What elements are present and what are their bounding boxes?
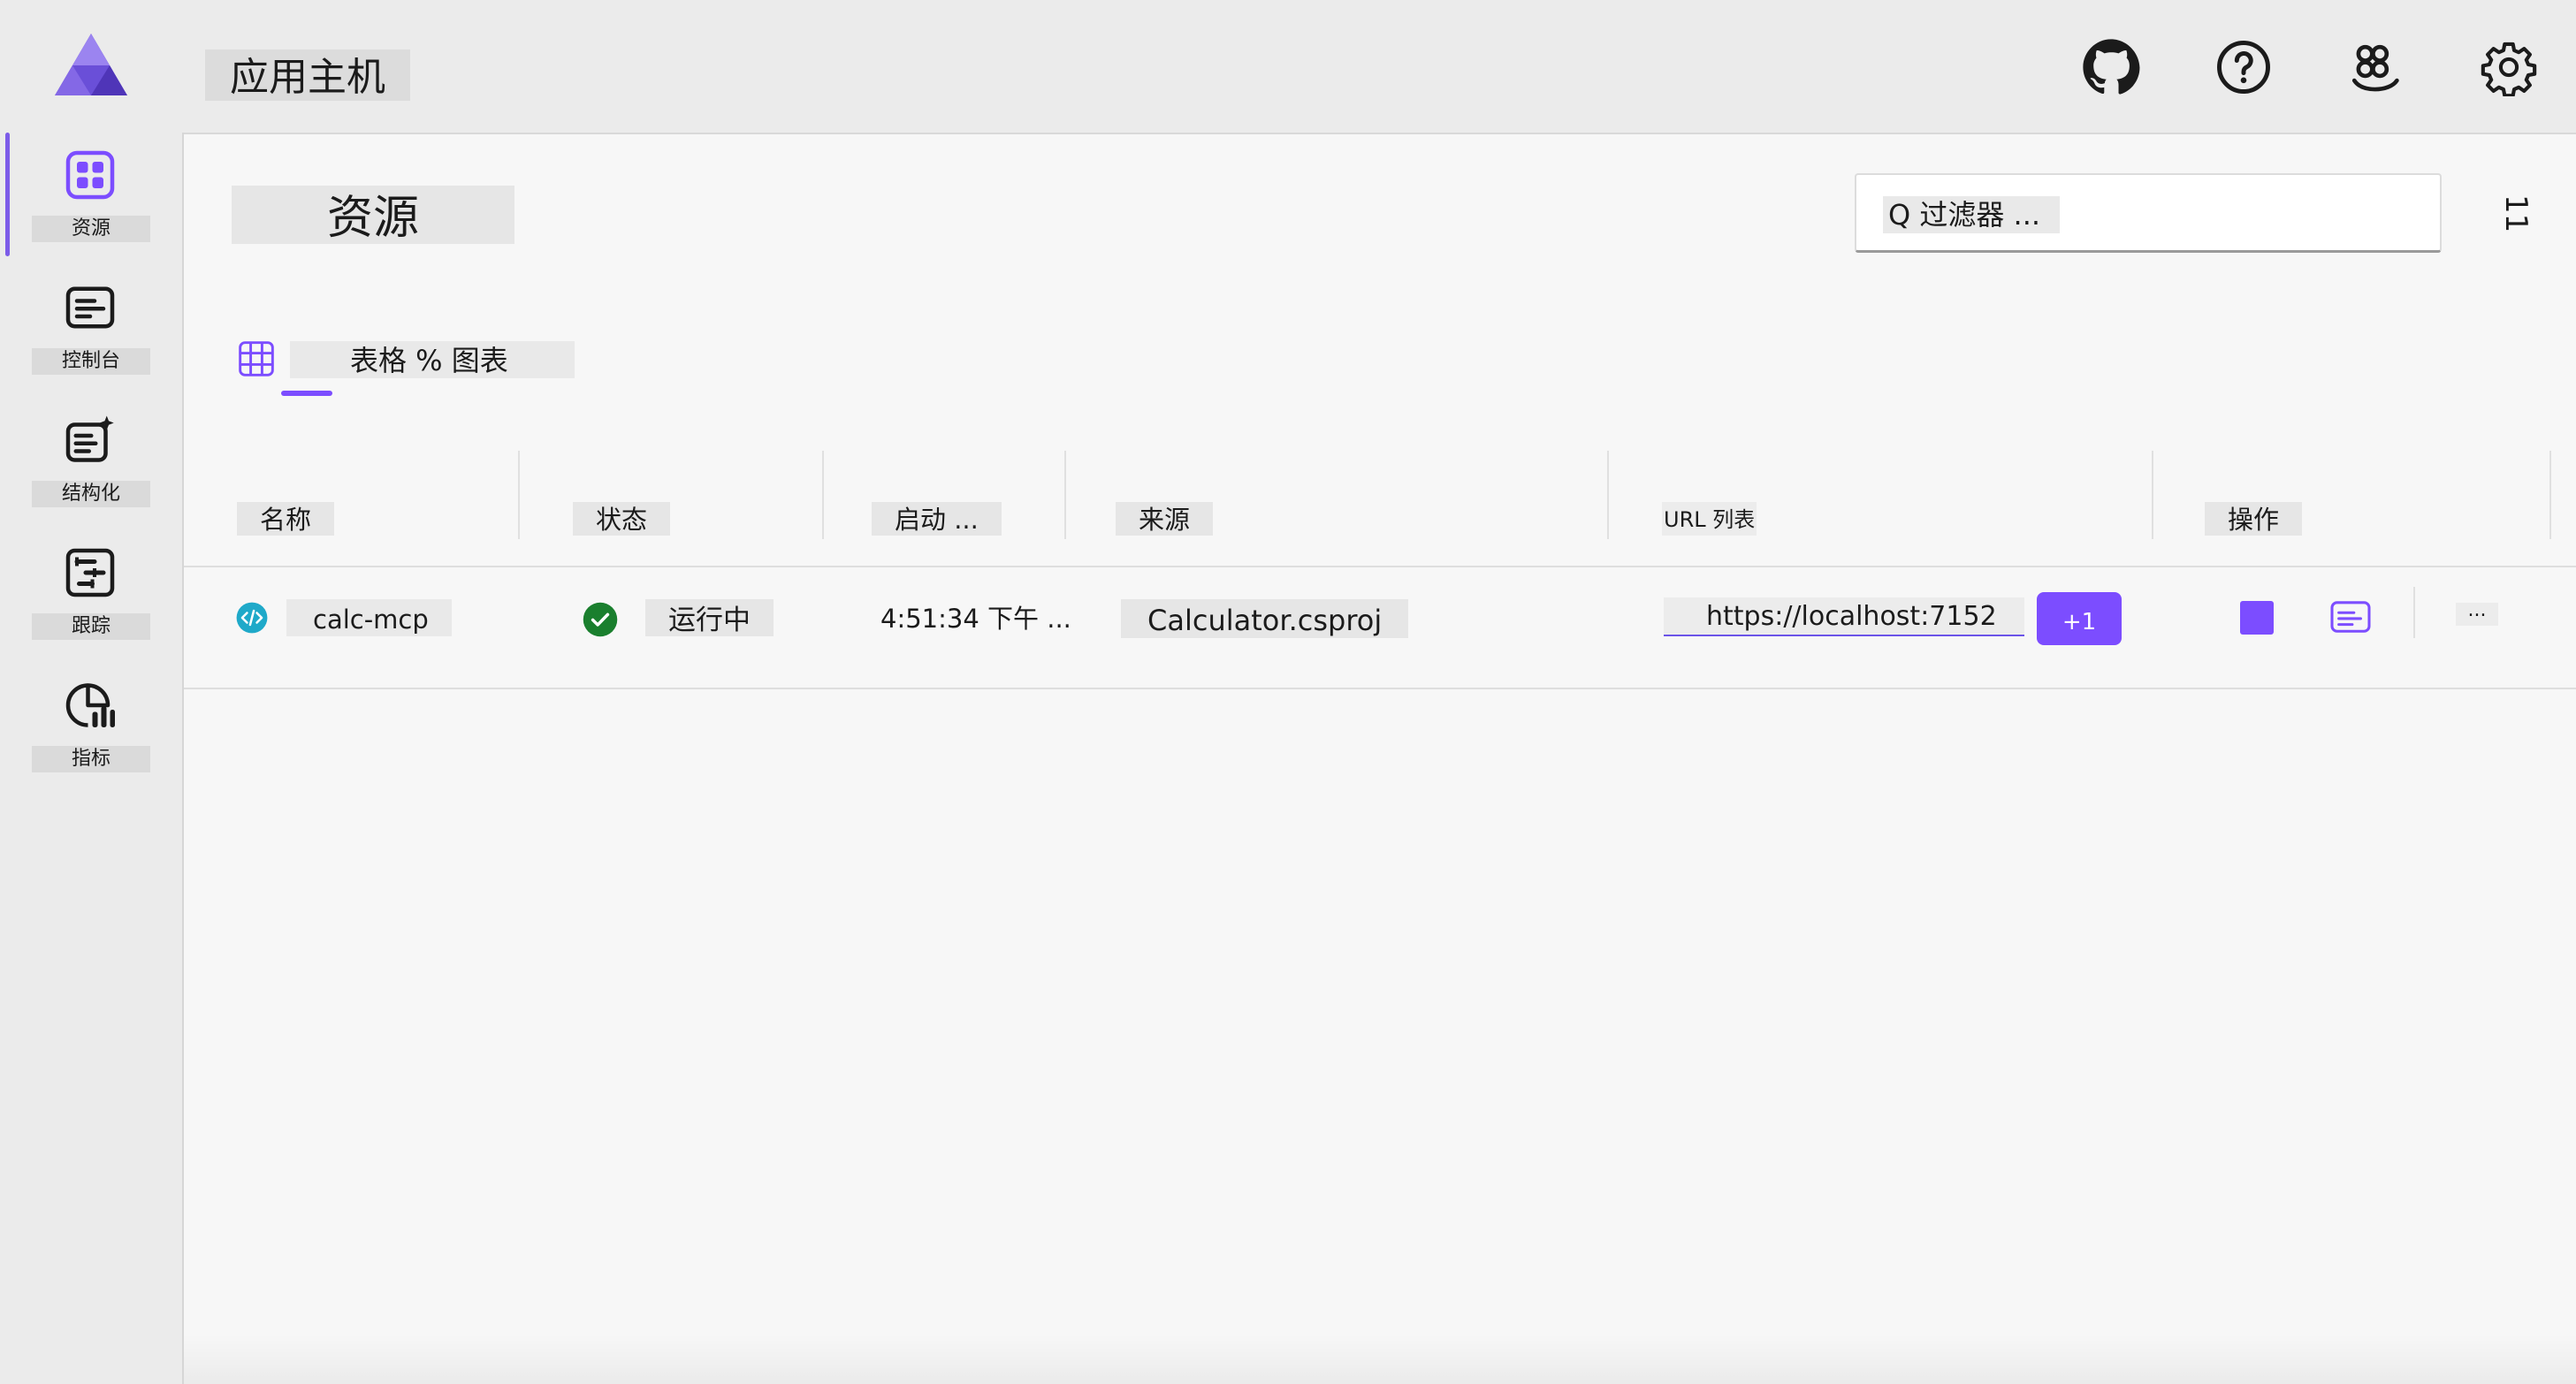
column-divider[interactable] <box>1064 451 1066 539</box>
resource-name[interactable]: calc-mcp <box>286 599 452 636</box>
nav-item-structured[interactable]: 结构化 <box>0 398 182 521</box>
top-bar: 应用主机 <box>0 0 2576 134</box>
column-header-actions: 操作 <box>2205 502 2303 536</box>
nav-item-metrics[interactable]: 指标 <box>0 663 182 787</box>
nav-label: 资源 <box>32 216 150 242</box>
nav-item-console[interactable]: 控制台 <box>0 265 182 389</box>
nav-item-traces[interactable]: 跟踪 <box>0 530 182 654</box>
app-logo-icon[interactable] <box>53 32 129 97</box>
main-panel: 资源 Q 过滤器 ... 11 表格 % 图表 名称 状态 启动 ... 来源 … <box>184 134 2576 1384</box>
table-grid-icon[interactable] <box>237 339 276 378</box>
view-console-icon[interactable] <box>2330 599 2371 636</box>
filter-placeholder: Q 过滤器 ... <box>1883 196 2061 233</box>
column-divider[interactable] <box>822 451 824 539</box>
tab-active-indicator <box>281 391 332 396</box>
nav-label: 结构化 <box>32 481 150 507</box>
table-header: 名称 状态 启动 ... 来源 URL 列表 操作 <box>184 451 2576 567</box>
page-title: 资源 <box>232 186 514 245</box>
help-icon[interactable] <box>2212 35 2275 99</box>
traces-icon <box>62 544 118 601</box>
more-urls-badge[interactable]: +1 <box>2037 592 2122 645</box>
column-header-source[interactable]: 来源 <box>1116 502 1214 536</box>
grid-icon <box>62 147 118 203</box>
column-header-urls[interactable]: URL 列表 <box>1662 502 1757 536</box>
resource-status: 运行中 <box>645 599 774 636</box>
nav-label: 控制台 <box>32 348 150 375</box>
column-divider[interactable] <box>518 451 520 539</box>
nav-label: 指标 <box>32 746 150 772</box>
column-divider[interactable] <box>2152 451 2153 539</box>
structured-logs-icon <box>62 412 118 468</box>
project-code-icon <box>236 602 268 634</box>
resource-source: Calculator.csproj <box>1121 599 1409 638</box>
column-divider[interactable] <box>1607 451 1609 539</box>
stop-button[interactable] <box>2240 601 2274 635</box>
table-row: calc-mcp 运行中 4:51:34 下午 ... Calculator.c… <box>184 567 2576 689</box>
filter-input[interactable]: Q 过滤器 ... <box>1855 173 2442 253</box>
column-header-state[interactable]: 状态 <box>573 502 671 536</box>
column-header-name[interactable]: 名称 <box>237 502 335 536</box>
app-title: 应用主机 <box>205 49 410 101</box>
nav-item-resources[interactable]: 资源 <box>0 133 182 256</box>
tab-table-graph[interactable]: 表格 % 图表 <box>290 341 575 378</box>
column-header-start[interactable]: 启动 ... <box>872 502 1002 536</box>
resource-start-time: 4:51:34 下午 ... <box>880 604 1071 634</box>
running-check-icon <box>583 602 618 637</box>
action-divider <box>2413 587 2415 638</box>
column-divider[interactable] <box>2549 451 2551 539</box>
github-icon[interactable] <box>2079 35 2143 99</box>
panel-toggle-button[interactable]: 11 <box>2498 194 2534 237</box>
more-actions-button[interactable]: ... <box>2456 601 2498 626</box>
resource-url-link[interactable]: https://localhost:7152 <box>1664 597 2024 636</box>
bottom-shadow <box>184 1335 2576 1384</box>
metrics-icon <box>62 677 118 734</box>
nav-label: 跟踪 <box>32 613 150 640</box>
people-icon[interactable] <box>2344 35 2408 99</box>
console-icon <box>62 279 118 336</box>
settings-icon[interactable] <box>2477 35 2541 99</box>
side-navigation: 资源 控制台 结构化 跟踪 指标 <box>0 133 184 1384</box>
